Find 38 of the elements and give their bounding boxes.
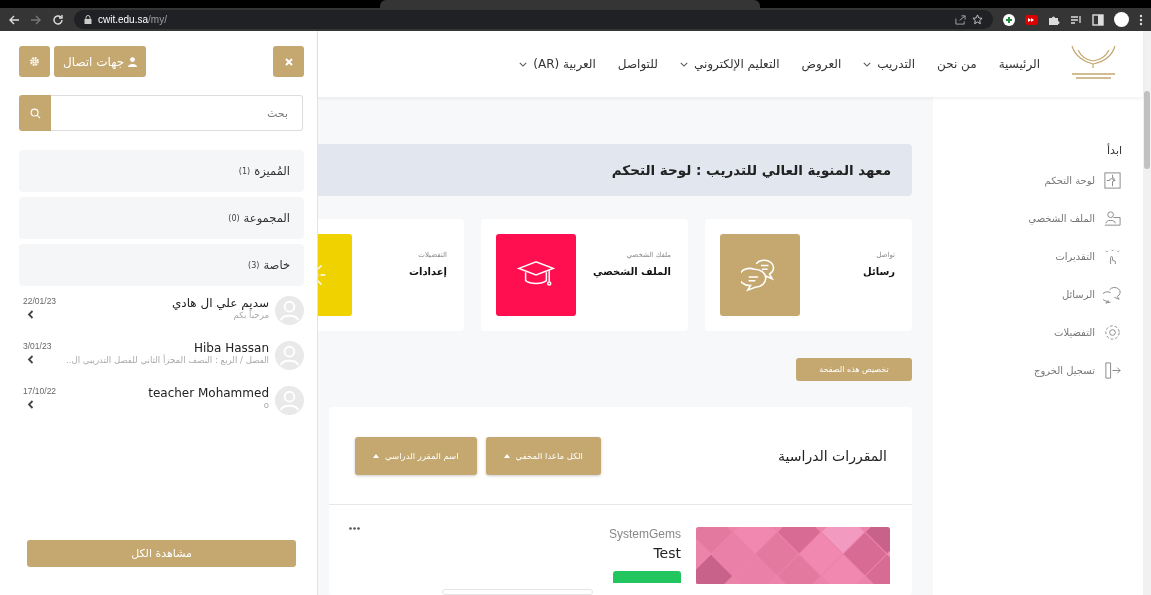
group-label: المُميزة — [254, 164, 290, 178]
nav-link[interactable]: العروض — [801, 57, 842, 71]
group-count: (0) — [228, 213, 240, 223]
contact-name[interactable]: سديم علي ال هادي — [171, 296, 269, 310]
address-bar[interactable]: cwit.edu.sa/my/ — [74, 10, 993, 29]
nav-link[interactable]: التعليم الإلكتروني — [679, 57, 780, 71]
search-field[interactable]: بحث — [51, 95, 303, 131]
sidebar-link[interactable]: تسجيل الخروج — [1034, 365, 1095, 376]
group-count: (1) — [238, 166, 251, 176]
message-date: 17/10/22 — [23, 386, 57, 396]
page-title: معهد المنوية العالي للتدريب : لوحة التحكم — [318, 144, 912, 196]
contact-name[interactable]: Hiba Hassan — [194, 341, 269, 355]
card-title: رسائل — [862, 266, 895, 277]
sidebar-link[interactable]: لوحة التحكم — [1044, 175, 1095, 186]
sidebar-link[interactable]: التفضيلات — [1054, 327, 1095, 338]
card-title: إعدادات — [408, 266, 447, 277]
group-label: المجموعة — [243, 211, 290, 225]
message-date: 22/01/23 — [23, 296, 57, 306]
nav-link[interactable]: الرئيسية — [998, 57, 1040, 71]
course-category: SystemGems — [609, 527, 681, 541]
section-heading: ابدأ — [1106, 144, 1122, 157]
nav-link[interactable]: العربية (AR) — [519, 57, 596, 71]
course-name[interactable]: Test — [653, 545, 681, 561]
sidebar-link[interactable]: الرسائل — [1061, 289, 1095, 300]
nav-link[interactable]: التدريب — [863, 57, 916, 71]
nav-link[interactable]: من نحن — [937, 57, 977, 71]
message-date: 3/01/23 — [23, 341, 52, 351]
nav-link[interactable]: للتواصل — [617, 57, 658, 71]
group-count: (3) — [248, 260, 260, 270]
card-title: الملف الشخصي — [593, 266, 671, 277]
contact-name[interactable]: teacher Mohammed — [148, 386, 269, 400]
sidebar-link[interactable]: الملف الشخصي — [1028, 213, 1095, 224]
sidebar-link[interactable]: التقديرات — [1055, 251, 1095, 262]
group-label: خاصة — [263, 258, 290, 272]
message-preview: الفصل / الربع : النصف المجزأ الثاني للفصل التدريبي ال.. — [65, 355, 269, 365]
message-preview: مرحباً بكم — [233, 310, 269, 320]
section-title: المقررات الدراسية — [778, 447, 887, 464]
message-preview: o — [263, 400, 269, 410]
